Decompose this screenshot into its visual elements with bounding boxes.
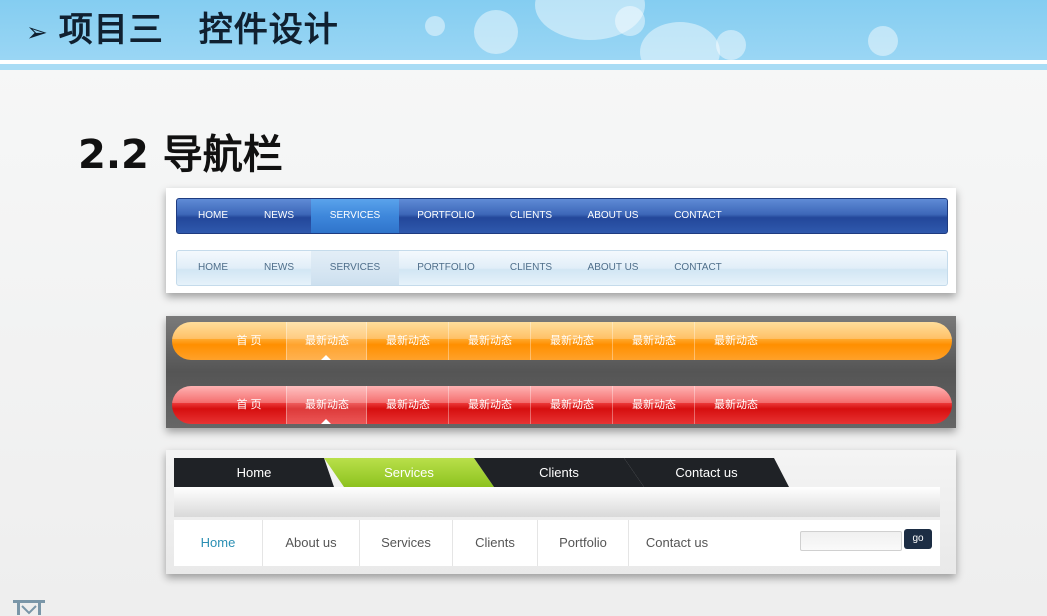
- pill-item-news[interactable]: 最新动态: [612, 386, 695, 424]
- light-navbar: HOME NEWS SERVICES PORTFOLIO CLIENTS ABO…: [176, 250, 948, 286]
- menu-item-about-us[interactable]: About us: [263, 520, 360, 566]
- arrow-bullet-icon: ➢: [26, 18, 49, 48]
- active-caret-icon: [321, 355, 331, 360]
- red-pill-navbar: 首 页 最新动态 最新动态 最新动态 最新动态 最新动态 最新动态: [172, 386, 952, 424]
- decor-bubble: [615, 6, 645, 36]
- footer-logo-icon: [13, 600, 45, 615]
- tab-home[interactable]: Home: [174, 458, 334, 487]
- tab-content-strip: [174, 487, 940, 517]
- pill-item-news[interactable]: 最新动态: [448, 386, 531, 424]
- nav-item-home[interactable]: HOME: [191, 199, 235, 233]
- tab-clients[interactable]: Clients: [474, 458, 644, 487]
- pill-item-news[interactable]: 最新动态: [366, 386, 449, 424]
- navbar-demo-panel-1: HOME NEWS SERVICES PORTFOLIO CLIENTS ABO…: [166, 188, 956, 293]
- pill-item-home[interactable]: 首 页: [212, 322, 286, 360]
- decor-bubble: [425, 16, 445, 36]
- slide-header-band: ➢ 项目三 控件设计: [0, 0, 1047, 60]
- menu-item-contact-us[interactable]: Contact us: [629, 520, 725, 566]
- menu-bar: Home About us Services Clients Portfolio…: [174, 520, 940, 566]
- nav-item-services[interactable]: SERVICES: [311, 199, 399, 233]
- orange-pill-navbar: 首 页 最新动态 最新动态 最新动态 最新动态 最新动态 最新动态: [172, 322, 952, 360]
- decor-bubble: [474, 10, 518, 54]
- navbar-demo-panel-2: 首 页 最新动态 最新动态 最新动态 最新动态 最新动态 最新动态 首 页 最新…: [166, 316, 956, 428]
- search-input[interactable]: [800, 531, 902, 551]
- nav-item-home[interactable]: HOME: [191, 251, 235, 285]
- decor-bubble: [868, 26, 898, 56]
- section-title: 2.2 导航栏: [78, 132, 283, 178]
- pill-item-news[interactable]: 最新动态: [694, 322, 777, 360]
- menu-item-services[interactable]: Services: [360, 520, 453, 566]
- pill-item-news[interactable]: 最新动态: [530, 386, 613, 424]
- nav-item-clients[interactable]: CLIENTS: [503, 199, 559, 233]
- pill-item-news[interactable]: 最新动态: [366, 322, 449, 360]
- active-caret-icon: [321, 419, 331, 424]
- slide-header-title: ➢ 项目三 控件设计: [26, 6, 339, 54]
- pill-item-news[interactable]: 最新动态: [530, 322, 613, 360]
- blue-navbar: HOME NEWS SERVICES PORTFOLIO CLIENTS ABO…: [176, 198, 948, 234]
- menu-item-portfolio[interactable]: Portfolio: [538, 520, 629, 566]
- decor-bubble: [716, 30, 746, 60]
- tab-contact-us[interactable]: Contact us: [624, 458, 789, 487]
- menu-item-clients[interactable]: Clients: [453, 520, 538, 566]
- go-button[interactable]: go: [904, 529, 932, 549]
- nav-item-services[interactable]: SERVICES: [311, 251, 399, 285]
- nav-item-about-us[interactable]: ABOUT US: [581, 251, 645, 285]
- decor-bubble: [640, 22, 720, 60]
- pill-item-news[interactable]: 最新动态: [612, 322, 695, 360]
- menu-item-home[interactable]: Home: [174, 520, 263, 566]
- pill-item-home[interactable]: 首 页: [212, 386, 286, 424]
- pill-item-news[interactable]: 最新动态: [694, 386, 777, 424]
- pill-item-news[interactable]: 最新动态: [448, 322, 531, 360]
- slanted-tab-bar: Home Services Clients Contact us: [174, 458, 794, 487]
- nav-item-about-us[interactable]: ABOUT US: [581, 199, 645, 233]
- tab-services[interactable]: Services: [324, 458, 494, 487]
- navbar-demo-panel-3: Home Services Clients Contact us Home Ab…: [166, 450, 956, 574]
- nav-item-news[interactable]: NEWS: [257, 251, 301, 285]
- nav-item-news[interactable]: NEWS: [257, 199, 301, 233]
- nav-item-clients[interactable]: CLIENTS: [503, 251, 559, 285]
- header-title-text: 项目三 控件设计: [58, 10, 339, 50]
- nav-item-contact[interactable]: CONTACT: [667, 199, 729, 233]
- nav-item-portfolio[interactable]: PORTFOLIO: [411, 199, 481, 233]
- nav-item-contact[interactable]: CONTACT: [667, 251, 729, 285]
- nav-item-portfolio[interactable]: PORTFOLIO: [411, 251, 481, 285]
- header-divider: [0, 60, 1047, 70]
